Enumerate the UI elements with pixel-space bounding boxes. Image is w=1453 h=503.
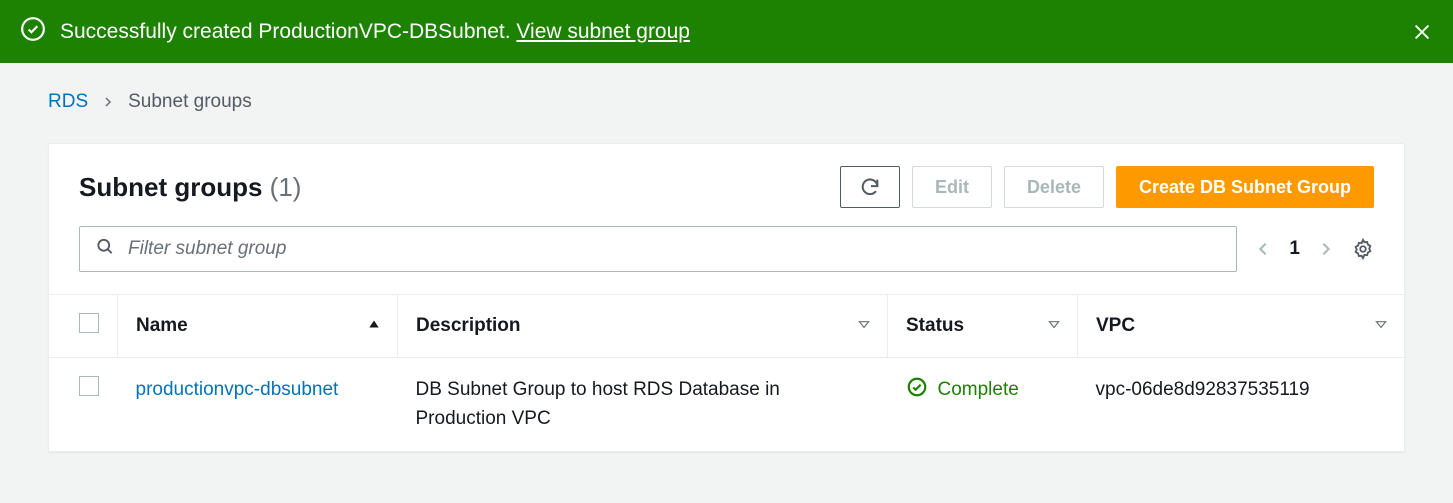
title-text: Subnet groups	[79, 172, 262, 202]
sort-handle-icon[interactable]	[1374, 315, 1388, 337]
row-checkbox-cell	[49, 358, 118, 452]
panel-header: Subnet groups (1) Edit Delete Create DB …	[49, 144, 1404, 208]
refresh-button[interactable]	[840, 166, 900, 208]
pagination: 1	[1255, 238, 1334, 260]
title-count: (1)	[270, 172, 302, 202]
header-description-label: Description	[416, 315, 521, 336]
panel-tools: 1	[49, 208, 1404, 294]
search-wrap	[79, 226, 1237, 272]
search-icon	[95, 237, 115, 262]
header-status[interactable]: Status	[888, 295, 1078, 358]
success-flash: Successfully created ProductionVPC-DBSub…	[0, 0, 1453, 63]
table-row: productionvpc-dbsubnet DB Subnet Group t…	[49, 358, 1404, 452]
sort-asc-icon[interactable]	[367, 315, 381, 337]
view-subnet-group-link[interactable]: View subnet group	[516, 20, 690, 43]
close-icon[interactable]	[1411, 21, 1433, 43]
breadcrumb-current: Subnet groups	[128, 91, 252, 113]
row-checkbox[interactable]	[79, 376, 99, 396]
header-status-label: Status	[906, 315, 964, 336]
success-check-icon	[20, 16, 46, 47]
prev-page-icon[interactable]	[1255, 241, 1271, 257]
header-vpc-label: VPC	[1096, 315, 1135, 336]
header-name[interactable]: Name	[118, 295, 398, 358]
row-status-cell: Complete	[888, 358, 1078, 452]
next-page-icon[interactable]	[1318, 241, 1334, 257]
page-number: 1	[1289, 238, 1300, 260]
header-checkbox-cell	[49, 295, 118, 358]
page-title: Subnet groups (1)	[79, 172, 301, 203]
subnet-group-link[interactable]: productionvpc-dbsubnet	[136, 379, 339, 400]
header-description[interactable]: Description	[398, 295, 888, 358]
flash-text: Successfully created ProductionVPC-DBSub…	[60, 20, 516, 43]
breadcrumb-root-link[interactable]: RDS	[48, 91, 88, 113]
sort-handle-icon[interactable]	[1047, 315, 1061, 337]
row-description-cell: DB Subnet Group to host RDS Database in …	[398, 358, 888, 452]
subnet-groups-panel: Subnet groups (1) Edit Delete Create DB …	[48, 143, 1405, 452]
select-all-checkbox[interactable]	[79, 313, 99, 333]
gear-icon[interactable]	[1352, 238, 1374, 260]
status-complete-icon	[906, 376, 928, 408]
header-vpc[interactable]: VPC	[1078, 295, 1405, 358]
delete-button[interactable]: Delete	[1004, 166, 1104, 208]
row-vpc-cell: vpc-06de8d92837535119	[1078, 358, 1405, 452]
chevron-right-icon	[102, 96, 114, 108]
breadcrumb: RDS Subnet groups	[0, 63, 1453, 113]
flash-message: Successfully created ProductionVPC-DBSub…	[60, 20, 690, 44]
sort-handle-icon[interactable]	[857, 315, 871, 337]
create-db-subnet-group-button[interactable]: Create DB Subnet Group	[1116, 166, 1374, 208]
edit-button[interactable]: Edit	[912, 166, 992, 208]
search-input[interactable]	[79, 226, 1237, 272]
status-text: Complete	[938, 376, 1019, 405]
header-name-label: Name	[136, 315, 188, 336]
subnet-groups-table: Name Description Status	[49, 294, 1404, 451]
refresh-icon	[859, 176, 881, 198]
row-name-cell: productionvpc-dbsubnet	[118, 358, 398, 452]
